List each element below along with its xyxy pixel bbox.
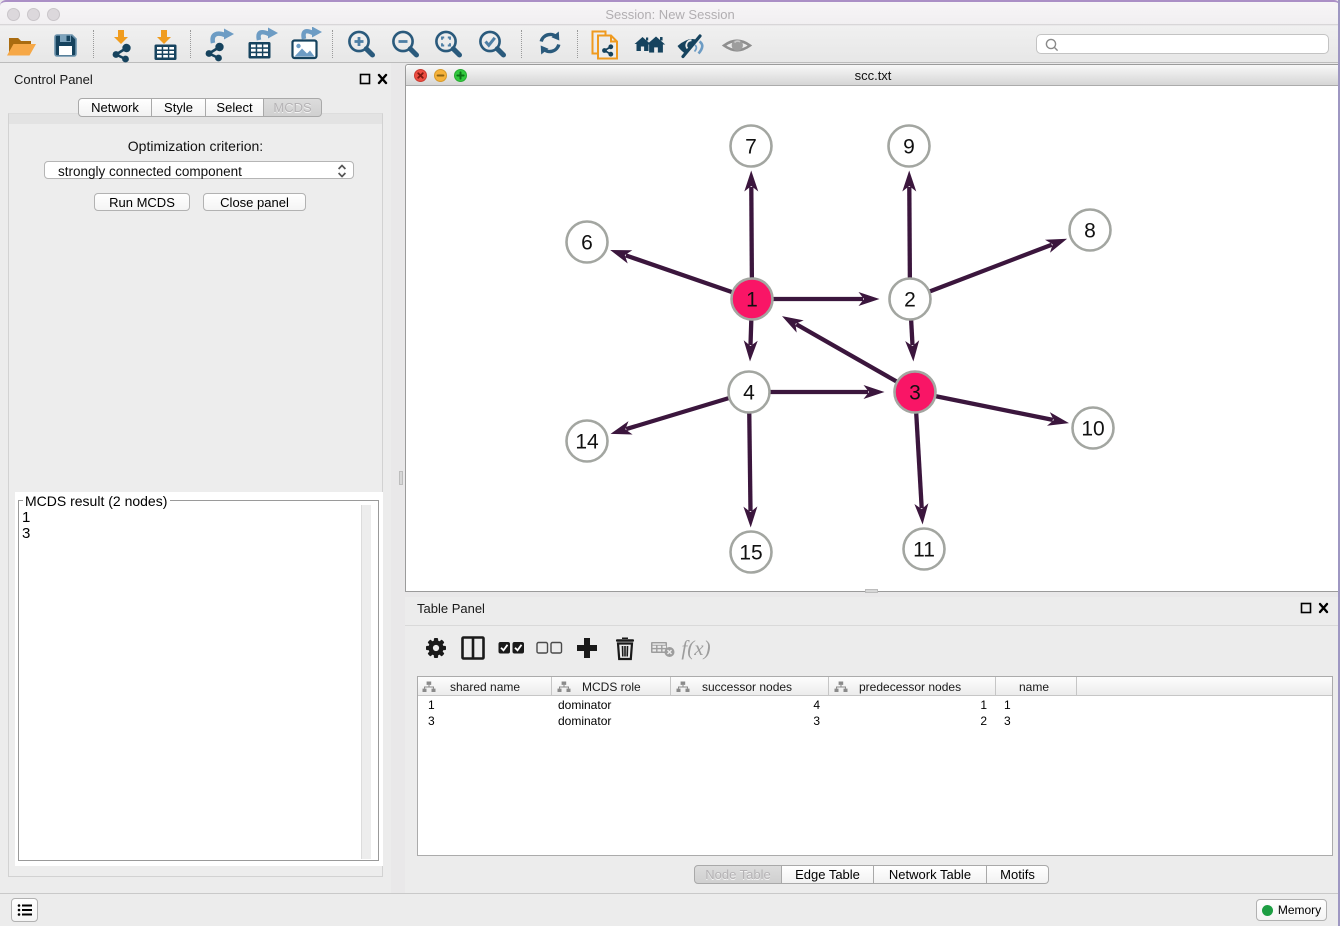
svg-text:15: 15 [739, 542, 762, 565]
svg-text:14: 14 [575, 431, 599, 454]
svg-text:7: 7 [745, 136, 757, 159]
svg-text:3: 3 [909, 382, 921, 405]
svg-text:2: 2 [904, 289, 916, 312]
svg-text:8: 8 [1084, 220, 1096, 243]
svg-text:11: 11 [913, 539, 935, 562]
svg-text:6: 6 [581, 232, 593, 255]
svg-text:9: 9 [903, 136, 915, 159]
svg-text:10: 10 [1081, 418, 1104, 441]
svg-text:1: 1 [746, 289, 758, 312]
svg-text:f(x): f(x) [681, 636, 710, 660]
svg-text:4: 4 [743, 382, 755, 405]
